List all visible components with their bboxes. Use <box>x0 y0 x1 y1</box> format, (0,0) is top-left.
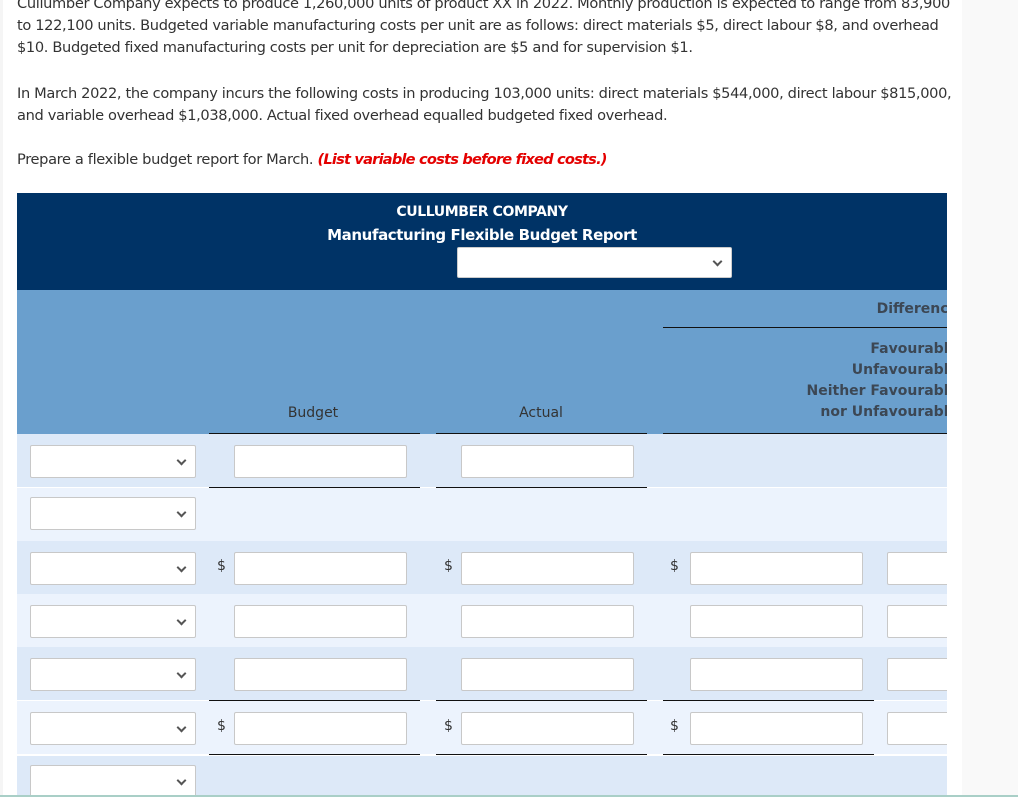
left-gutter <box>0 0 3 797</box>
status-select[interactable] <box>887 658 947 691</box>
question-paragraph-2: In March 2022, the company incurs the fo… <box>17 85 952 124</box>
row-label-select[interactable] <box>30 497 196 530</box>
row-label-select[interactable] <box>30 605 196 638</box>
actual-input[interactable] <box>461 658 634 691</box>
status-select[interactable] <box>887 552 947 585</box>
currency-symbol: $ <box>217 558 226 574</box>
difference-input[interactable] <box>690 658 863 691</box>
actual-input[interactable] <box>461 712 634 745</box>
difference-input[interactable] <box>690 605 863 638</box>
chevron-down-icon <box>176 722 187 732</box>
chevron-down-icon <box>176 615 187 625</box>
header-divider <box>663 327 947 328</box>
budget-input[interactable] <box>234 552 407 585</box>
report-title: Manufacturing Flexible Budget Report <box>327 226 637 244</box>
status-label-neither-2: nor Unfavourable <box>820 404 947 420</box>
currency-symbol: $ <box>444 558 453 574</box>
question-paragraph-1: Cullumber Company expects to produce 1,2… <box>17 0 950 56</box>
chevron-down-icon <box>712 256 723 266</box>
table-row <box>17 647 947 700</box>
currency-symbol: $ <box>217 718 226 734</box>
currency-symbol: $ <box>670 718 679 734</box>
instruction-text: Prepare a flexible budget report for Mar… <box>17 151 314 168</box>
row-label-select[interactable] <box>30 445 196 478</box>
currency-symbol: $ <box>670 558 679 574</box>
flexible-budget-report: CULLUMBER COMPANY Manufacturing Flexible… <box>17 193 947 795</box>
status-select[interactable] <box>887 712 947 745</box>
period-select[interactable] <box>457 247 732 278</box>
company-name: CULLUMBER COMPANY <box>396 204 568 220</box>
budget-input[interactable] <box>234 658 407 691</box>
row-label-select[interactable] <box>30 765 196 795</box>
chevron-down-icon <box>176 775 187 785</box>
currency-symbol: $ <box>444 718 453 734</box>
budget-input[interactable] <box>234 712 407 745</box>
column-header-difference: Difference <box>876 301 947 317</box>
table-row <box>17 594 947 647</box>
column-header-status: Favourable Unfavourable Neither Favourab… <box>663 339 947 423</box>
chevron-down-icon <box>176 507 187 517</box>
table-row <box>17 756 947 795</box>
chevron-down-icon <box>176 668 187 678</box>
budget-input[interactable] <box>234 445 407 478</box>
row-label-select[interactable] <box>30 552 196 585</box>
instruction-note: (List variable costs before fixed costs.… <box>317 151 608 168</box>
column-header-actual: Actual <box>519 405 563 421</box>
status-label-neither-1: Neither Favourable <box>806 383 947 399</box>
actual-input[interactable] <box>461 552 634 585</box>
chevron-down-icon <box>176 562 187 572</box>
question-instruction: Prepare a flexible budget report for Mar… <box>17 149 952 171</box>
table-row: $ $ $ <box>17 701 947 754</box>
status-select[interactable] <box>887 605 947 638</box>
table-row <box>17 488 947 541</box>
table-row: $ $ $ <box>17 541 947 594</box>
table-row <box>17 434 947 487</box>
status-label-unfavourable: Unfavourable <box>851 362 947 378</box>
budget-input[interactable] <box>234 605 407 638</box>
status-label-favourable: Favourable <box>870 341 947 357</box>
report-header: CULLUMBER COMPANY Manufacturing Flexible… <box>17 193 947 290</box>
right-gutter <box>962 0 1018 797</box>
difference-input[interactable] <box>690 712 863 745</box>
column-header-budget: Budget <box>287 405 339 421</box>
chevron-down-icon <box>176 455 187 465</box>
difference-input[interactable] <box>690 552 863 585</box>
row-label-select[interactable] <box>30 712 196 745</box>
actual-input[interactable] <box>461 445 634 478</box>
actual-input[interactable] <box>461 605 634 638</box>
row-label-select[interactable] <box>30 658 196 691</box>
